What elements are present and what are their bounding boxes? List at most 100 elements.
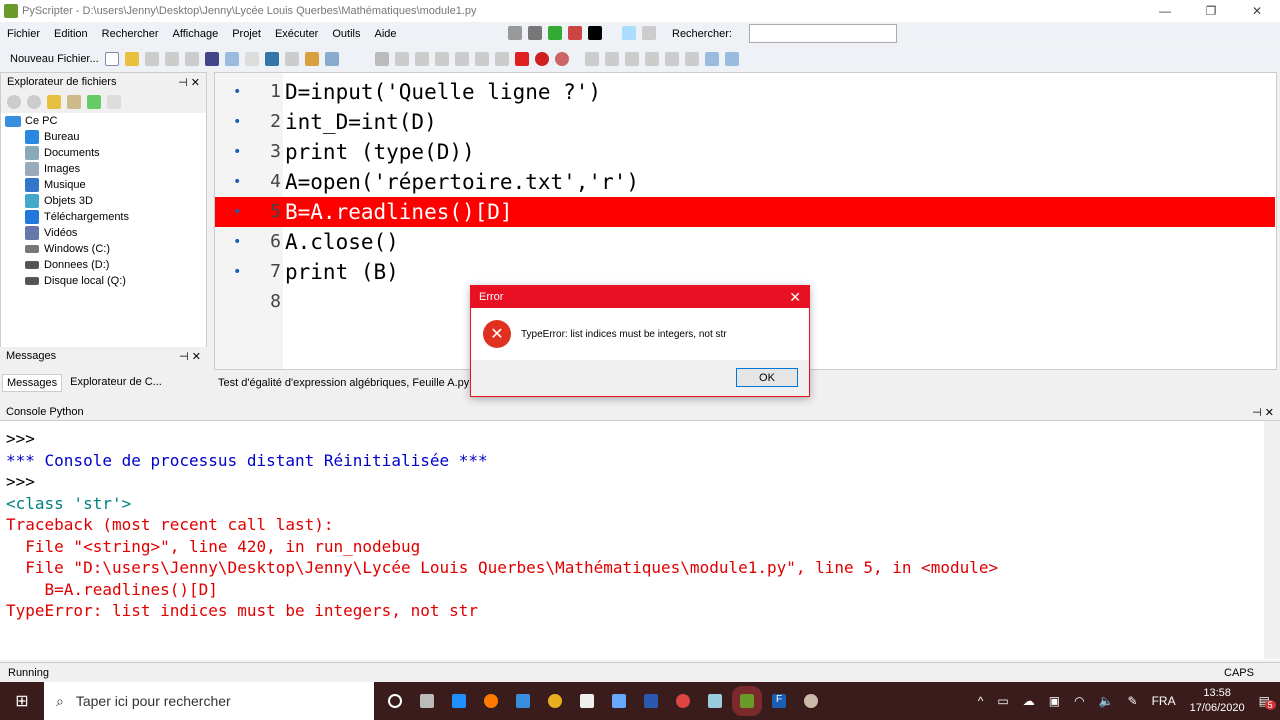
tab-messages[interactable]: Messages: [2, 374, 63, 392]
pilcrow-icon[interactable]: [684, 52, 699, 66]
volume-icon[interactable]: 🔈: [1099, 694, 1114, 708]
filter-icon[interactable]: [87, 95, 101, 109]
close-panel-icon[interactable]: ⊣ ✕: [178, 76, 200, 89]
document-icon[interactable]: [580, 694, 594, 708]
ie-icon[interactable]: [516, 694, 530, 708]
edge-icon[interactable]: [452, 694, 466, 708]
menu-projet[interactable]: Projet: [225, 28, 268, 40]
chrome-icon[interactable]: [548, 694, 562, 708]
zoom-out-icon[interactable]: [724, 52, 739, 66]
tk-icon[interactable]: [528, 26, 542, 40]
close-panel-icon[interactable]: ⊣ ✕: [179, 350, 201, 363]
tree-item[interactable]: Disque local (Q:): [5, 273, 206, 289]
replace-icon[interactable]: [642, 26, 656, 40]
menu-outils[interactable]: Outils: [325, 28, 367, 40]
paste-icon[interactable]: [244, 52, 259, 66]
indent-icon[interactable]: [624, 52, 639, 66]
new-icon[interactable]: [104, 52, 119, 66]
show-hidden-icons[interactable]: ^: [978, 694, 984, 708]
pyscripter-taskbar-icon[interactable]: [732, 686, 762, 716]
onedrive-icon[interactable]: ☁: [1023, 694, 1035, 708]
up-folder-icon[interactable]: [47, 95, 61, 109]
color-icon[interactable]: [588, 26, 602, 40]
ok-button[interactable]: OK: [736, 368, 798, 387]
tree-item[interactable]: Musique: [5, 177, 206, 193]
language-indicator[interactable]: FRA: [1152, 694, 1176, 708]
app-icon[interactable]: [612, 694, 626, 708]
step-icon[interactable]: [414, 52, 429, 66]
code-line[interactable]: • 1 D=input('Quelle ligne ?'): [215, 77, 1275, 107]
back-icon[interactable]: [7, 95, 21, 109]
pen-icon[interactable]: ✎: [1128, 694, 1138, 708]
close-panel-icon[interactable]: ⊣ ✕: [1252, 406, 1274, 419]
find-icon[interactable]: [622, 26, 636, 40]
app-icon[interactable]: [644, 694, 658, 708]
minimize-button[interactable]: —: [1142, 0, 1188, 22]
code-line[interactable]: • 7 print (B): [215, 257, 1275, 287]
breakpoint-marker[interactable]: •: [233, 107, 241, 137]
forward-icon[interactable]: [27, 95, 41, 109]
pause-icon[interactable]: [494, 52, 509, 66]
network-app-icon[interactable]: ▣: [1049, 694, 1060, 708]
breakpoint-marker[interactable]: •: [233, 257, 241, 287]
menu-edition[interactable]: Edition: [47, 28, 95, 40]
menu-executer[interactable]: Exécuter: [268, 28, 325, 40]
database-icon[interactable]: [508, 26, 522, 40]
cut-icon[interactable]: [204, 52, 219, 66]
redo-icon[interactable]: [284, 52, 299, 66]
restore-button[interactable]: ❐: [1188, 0, 1234, 22]
list-icon[interactable]: [664, 52, 679, 66]
copy-icon[interactable]: [224, 52, 239, 66]
tree-item-ce-pc[interactable]: Ce PC: [5, 113, 206, 129]
editor-tab[interactable]: Test d'égalité d'expression algébriques,…: [218, 377, 469, 389]
save-icon[interactable]: [144, 52, 159, 66]
notification-icon[interactable]: ▤ 5: [1259, 694, 1276, 710]
new-file-button[interactable]: Nouveau Fichier...: [10, 53, 99, 65]
code-line[interactable]: • 3 print (type(D)): [215, 137, 1275, 167]
search-input[interactable]: [749, 24, 897, 43]
tree-item[interactable]: Windows (C:): [5, 241, 206, 257]
tree-item[interactable]: Bureau: [5, 129, 206, 145]
menu-fichier[interactable]: Fichier: [0, 28, 47, 40]
f-app-icon[interactable]: F: [772, 694, 786, 708]
menu-affichage[interactable]: Affichage: [166, 28, 226, 40]
new-folder-icon[interactable]: [107, 95, 121, 109]
close-button[interactable]: ✕: [1234, 0, 1280, 22]
forward-icon[interactable]: [604, 52, 619, 66]
breakpoint-icon[interactable]: [534, 52, 549, 66]
code-line[interactable]: • 4 A=open('répertoire.txt','r'): [215, 167, 1275, 197]
tree-item[interactable]: Documents: [5, 145, 206, 161]
tree-item[interactable]: Téléchargements: [5, 209, 206, 225]
step-over-icon[interactable]: [454, 52, 469, 66]
battery-icon[interactable]: ▭: [997, 694, 1008, 708]
run-icon[interactable]: [374, 52, 389, 66]
stop-icon[interactable]: [514, 52, 529, 66]
code-line[interactable]: • 5 B=A.readlines()[D]: [215, 197, 1275, 227]
firefox-icon[interactable]: [484, 694, 498, 708]
tree-item[interactable]: Vidéos: [5, 225, 206, 241]
tree-item[interactable]: Donnees (D:): [5, 257, 206, 273]
menu-rechercher[interactable]: Rechercher: [95, 28, 166, 40]
tree-item[interactable]: Objets 3D: [5, 193, 206, 209]
windows-start-icon[interactable]: ⊞: [0, 691, 44, 711]
paint-icon[interactable]: [804, 694, 818, 708]
notepad-icon[interactable]: [708, 694, 722, 708]
zoom-in-icon[interactable]: [704, 52, 719, 66]
print-icon[interactable]: [184, 52, 199, 66]
tree-item[interactable]: Images: [5, 161, 206, 177]
qt-icon[interactable]: [548, 26, 562, 40]
breakpoint-marker[interactable]: •: [233, 77, 241, 107]
breakpoint-marker[interactable]: •: [233, 227, 241, 257]
clock[interactable]: 13:58 17/06/2020: [1190, 686, 1245, 716]
chrome-profile-icon[interactable]: [676, 694, 690, 708]
save-all-icon[interactable]: [164, 52, 179, 66]
window-icon[interactable]: [324, 52, 339, 66]
taskbar-search[interactable]: ⌕ Taper ici pour rechercher: [44, 682, 374, 720]
wifi-icon[interactable]: ◠: [1074, 694, 1084, 708]
breakpoint-marker[interactable]: •: [233, 137, 241, 167]
python-console[interactable]: >>> *** Console de processus distant Réin…: [0, 420, 1280, 660]
breakpoint-marker[interactable]: •: [233, 167, 241, 197]
code-line[interactable]: • 6 A.close(): [215, 227, 1275, 257]
tab-code-explorer[interactable]: Explorateur de C...: [66, 374, 166, 392]
task-view-icon[interactable]: [420, 694, 434, 708]
